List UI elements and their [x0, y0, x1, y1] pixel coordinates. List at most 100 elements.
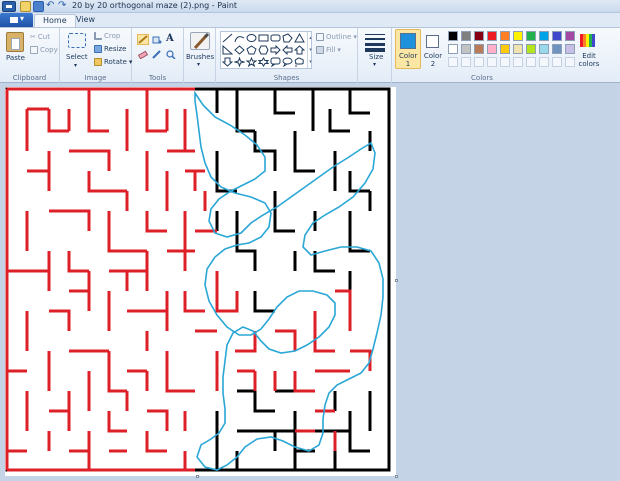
palette-swatch[interactable]	[500, 44, 510, 54]
five-point-star-icon	[246, 57, 257, 67]
colors-group-label: Colors	[471, 74, 493, 82]
triangle-shape[interactable]	[294, 33, 305, 43]
resize-handle-right[interactable]	[395, 279, 398, 282]
resize-button[interactable]: Resize	[94, 45, 126, 53]
left-arrow-shape[interactable]	[282, 45, 293, 55]
size-dropdown-icon[interactable]: ▾	[373, 61, 376, 68]
palette-swatch[interactable]	[565, 31, 575, 41]
right-triangle-shape[interactable]	[222, 45, 233, 55]
diamond-shape[interactable]	[234, 45, 245, 55]
eraser-tool[interactable]	[137, 49, 149, 60]
magnifier-tool[interactable]	[165, 49, 177, 60]
line-shape[interactable]	[222, 33, 233, 43]
down-arrow-icon	[222, 57, 233, 67]
copy-button[interactable]: Copy	[30, 46, 58, 54]
paste-button[interactable]: Paste	[6, 54, 25, 62]
select-icon[interactable]	[68, 33, 86, 48]
palette-swatch[interactable]	[513, 44, 523, 54]
oval-callout-shape[interactable]	[282, 57, 293, 67]
palette-swatch[interactable]	[526, 31, 536, 41]
select-dropdown-icon[interactable]: ▾	[74, 62, 77, 69]
custom-color-slot[interactable]	[513, 57, 523, 67]
custom-color-slot[interactable]	[487, 57, 497, 67]
maze-solved-walls	[5, 87, 372, 472]
edit-colors-button[interactable]: Edit colors	[576, 52, 602, 68]
palette-swatch[interactable]	[539, 44, 549, 54]
palette-swatch[interactable]	[513, 31, 523, 41]
up-arrow-shape[interactable]	[294, 45, 305, 55]
rounded-rectangle-shape[interactable]	[270, 33, 281, 43]
right-arrow-shape[interactable]	[270, 45, 281, 55]
fill-button[interactable]: Fill ▾	[316, 46, 341, 54]
magnifier-icon	[166, 50, 176, 60]
polygon-shape[interactable]	[282, 33, 293, 43]
size-button[interactable]: Size	[369, 53, 383, 61]
curve-shape[interactable]	[234, 33, 245, 43]
shapes-gallery-scroll[interactable]: ▴ ▾ ▾	[307, 32, 313, 68]
palette-swatch[interactable]	[500, 31, 510, 41]
pencil-tool[interactable]	[137, 34, 149, 45]
palette-swatch[interactable]	[487, 31, 497, 41]
paste-icon[interactable]	[6, 32, 24, 52]
oval-icon	[246, 34, 257, 42]
text-tool[interactable]: A	[165, 33, 177, 44]
tab-view[interactable]: View	[68, 14, 103, 27]
palette-swatch[interactable]	[474, 31, 484, 41]
palette-swatch[interactable]	[526, 44, 536, 54]
cut-button[interactable]: ✂ Cut	[30, 33, 50, 41]
custom-color-slot[interactable]	[539, 57, 549, 67]
down-arrow-shape[interactable]	[222, 57, 233, 67]
resize-handle-corner[interactable]	[395, 475, 398, 478]
select-button[interactable]: Select	[66, 53, 88, 61]
palette-swatch[interactable]	[448, 44, 458, 54]
color-picker-tool[interactable]	[151, 49, 163, 60]
title-bar: ↶ ↷ 20 by 20 orthogonal maze (2).png - P…	[0, 0, 620, 13]
palette-swatch[interactable]	[461, 44, 471, 54]
six-point-star-shape[interactable]	[258, 57, 269, 67]
cloud-callout-shape[interactable]	[294, 57, 305, 67]
undo-icon[interactable]: ↶	[46, 1, 57, 12]
palette-swatch[interactable]	[487, 44, 497, 54]
palette-swatch[interactable]	[565, 44, 575, 54]
brushes-dropdown-icon[interactable]: ▾	[197, 61, 200, 68]
pentagon-shape[interactable]	[246, 45, 257, 55]
palette-swatch[interactable]	[461, 31, 471, 41]
resize-handle-bottom[interactable]	[196, 475, 199, 478]
palette-swatch[interactable]	[552, 31, 562, 41]
app-menu-icon[interactable]	[2, 1, 16, 12]
quick-access-icon[interactable]	[33, 1, 44, 12]
size-group[interactable]: Size ▾	[358, 28, 392, 84]
palette-swatch[interactable]	[552, 44, 562, 54]
brushes-button[interactable]: Brushes	[186, 53, 214, 61]
save-icon[interactable]	[20, 1, 31, 12]
custom-color-slot[interactable]	[474, 57, 484, 67]
rotate-button[interactable]: Rotate ▾	[94, 58, 132, 66]
window-title: 20 by 20 orthogonal maze (2).png - Paint	[72, 1, 238, 10]
palette-swatch[interactable]	[539, 31, 549, 41]
custom-color-slot[interactable]	[526, 57, 536, 67]
oval-shape[interactable]	[246, 33, 257, 43]
brushes-group[interactable]: Brushes ▾	[184, 28, 216, 84]
custom-color-slot[interactable]	[565, 57, 575, 67]
custom-color-slot[interactable]	[552, 57, 562, 67]
drawing-canvas[interactable]	[5, 87, 396, 476]
hexagon-shape[interactable]	[258, 45, 269, 55]
custom-color-slot[interactable]	[500, 57, 510, 67]
paint-menu-button[interactable]	[0, 13, 33, 27]
color2-swatch[interactable]	[426, 35, 439, 48]
color2-label[interactable]: Color 2	[423, 52, 443, 68]
palette-swatch[interactable]	[448, 31, 458, 41]
size-icon	[365, 34, 385, 52]
four-point-star-shape[interactable]	[234, 57, 245, 67]
custom-color-slot[interactable]	[461, 57, 471, 67]
five-point-star-shape[interactable]	[246, 57, 257, 67]
custom-color-slot[interactable]	[448, 57, 458, 67]
rectangle-shape[interactable]	[258, 33, 269, 43]
redo-icon[interactable]: ↷	[58, 1, 69, 12]
edit-colors-icon[interactable]	[580, 32, 596, 48]
outline-button[interactable]: Outline ▾	[316, 33, 357, 41]
rounded-callout-shape[interactable]	[270, 57, 281, 67]
fill-tool[interactable]	[151, 34, 163, 45]
crop-button[interactable]: Crop	[94, 32, 120, 40]
palette-swatch[interactable]	[474, 44, 484, 54]
